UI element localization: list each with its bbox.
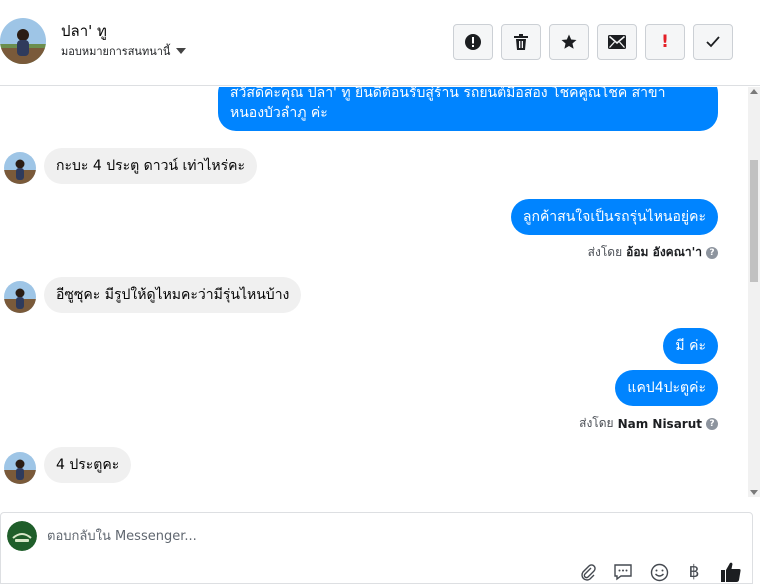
like-button[interactable] [719,561,743,583]
check-icon [706,36,720,48]
star-icon [561,34,577,49]
message-text: แคป4ปะตูค่ะ [627,380,706,396]
exclamation-icon: ! [661,32,669,52]
question-icon[interactable]: ? [706,246,718,259]
scrollbar-thumb[interactable] [750,160,758,282]
message-text: มี ค่ะ [675,338,706,354]
conversation-header: ปลา' ทู มอบหมายการสนทนานี้ ! [0,0,760,86]
saved-replies-button[interactable] [611,561,635,583]
page-avatar [7,521,37,551]
mark-spam-button[interactable] [453,24,493,60]
message-bubble-outgoing[interactable]: ลูกค้าสนใจเป็นรถรุ่นไหนอยู่คะ [510,199,718,235]
delete-button[interactable] [501,24,541,60]
question-icon[interactable]: ? [706,417,718,430]
reply-composer: ฿ [0,512,753,584]
contact-avatar-small [4,452,36,484]
message-bubble-incoming[interactable]: 4 ประตูคะ [44,447,132,483]
thumbs-up-icon [721,562,741,582]
alert-circle-icon [465,34,481,50]
sent-by-prefix: ส่งโดย [587,245,623,259]
attach-file-button[interactable] [576,561,600,583]
contact-avatar-small [4,152,36,184]
reply-input[interactable] [47,525,647,547]
paperclip-icon [581,564,596,581]
envelope-icon [608,35,626,49]
message-text: สวัสดีค่ะคุณ ปลา' ทู ยินดีต้อนรับสู่ร้าน… [230,87,666,101]
smiley-icon [650,563,668,581]
message-bubble-outgoing[interactable]: สวัสดีค่ะคุณ ปลา' ทู ยินดีต้อนรับสู่ร้าน… [218,87,718,131]
message-bubble-outgoing[interactable]: แคป4ปะตูค่ะ [615,370,718,406]
follow-up-button[interactable]: ! [645,24,685,60]
sent-by-prefix: ส่งโดย [579,416,614,430]
sent-by-label: ส่งโดย Nam Nisarut ? [579,414,718,433]
speech-bubble-icon [614,564,632,581]
emoji-button[interactable] [647,561,671,583]
message-text: กะบะ 4 ประตู ดาวน์ เท่าไหร่คะ [56,158,246,174]
scroll-up-arrow-icon[interactable] [750,89,758,94]
message-text: หนองบัวลำภู ค่ะ [230,105,328,121]
message-bubble-incoming[interactable]: กะบะ 4 ประตู ดาวน์ เท่าไหร่คะ [44,148,258,184]
message-bubble-incoming[interactable]: อีซูซุคะ มีรูปให้ดูไหมคะว่ามีรุ่นไหนบ้าง [44,277,302,313]
contact-avatar[interactable] [0,18,46,64]
thread-scrollbar[interactable] [748,87,760,497]
mark-done-button[interactable] [693,24,733,60]
sent-by-label: ส่งโดย อ้อม อังคณา'า ? [588,243,718,262]
caret-down-icon [176,48,187,54]
sent-by-name: อ้อม อังคณา'า [626,245,702,259]
contact-name[interactable]: ปลา' ทู [61,19,107,43]
star-button[interactable] [549,24,589,60]
message-text: อีซูซุคะ มีรูปให้ดูไหมคะว่ามีรุ่นไหนบ้าง [56,287,290,303]
baht-icon: ฿ [688,562,700,582]
message-text: 4 ประตูคะ [56,457,120,473]
message-thread[interactable]: สวัสดีค่ะคุณ ปลา' ทู ยินดีต้อนรับสู่ร้าน… [0,87,748,497]
message-bubble-outgoing[interactable]: มี ค่ะ [663,328,718,364]
scroll-down-arrow-icon[interactable] [750,490,758,495]
assign-conversation-dropdown[interactable]: มอบหมายการสนทนานี้ [61,42,187,60]
mark-unread-button[interactable] [597,24,637,60]
contact-avatar-small [4,281,36,313]
payment-button[interactable]: ฿ [682,561,706,583]
assign-label: มอบหมายการสนทนานี้ [61,45,171,58]
sent-by-name: Nam Nisarut [617,416,702,431]
trash-icon [514,34,528,50]
message-text: ลูกค้าสนใจเป็นรถรุ่นไหนอยู่คะ [522,209,706,225]
